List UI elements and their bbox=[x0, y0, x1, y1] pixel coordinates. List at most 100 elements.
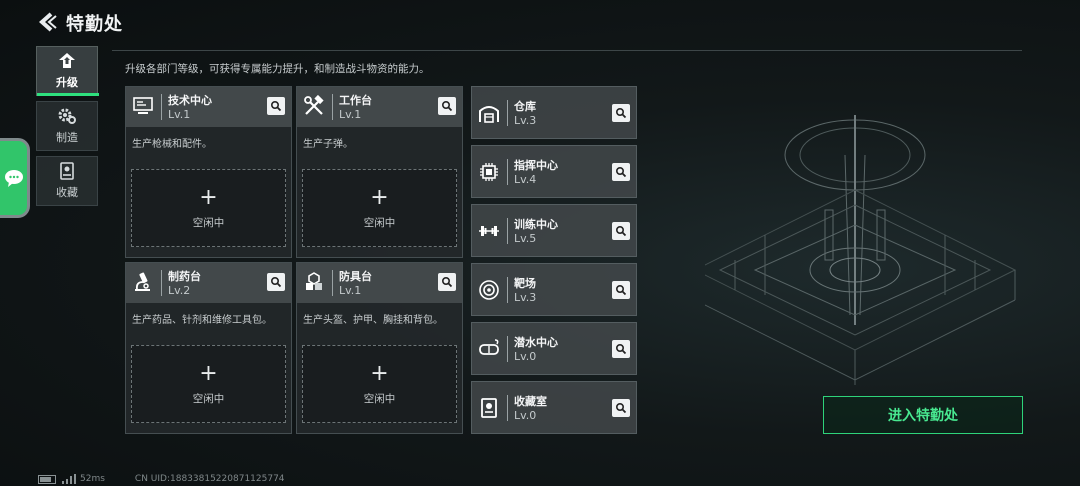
shooting-range-target-icon bbox=[479, 280, 499, 300]
separator bbox=[161, 94, 162, 120]
page-description: 升级各部门等级，可获得专属能力提升，和制造战斗物资的能力。 bbox=[125, 63, 430, 75]
card-header: 技术中心 Lv.1 bbox=[126, 87, 291, 127]
card-description: 生产子弹。 bbox=[303, 139, 353, 150]
battery-icon bbox=[38, 474, 56, 484]
details-search-button[interactable] bbox=[612, 281, 630, 299]
nav-item-collection[interactable]: 收藏 bbox=[36, 156, 98, 206]
separator bbox=[332, 94, 333, 120]
search-icon bbox=[615, 284, 627, 296]
card-name: 训练中心 bbox=[514, 218, 558, 231]
slot-status: 空闲中 bbox=[192, 392, 225, 405]
tech-center-icon bbox=[133, 97, 153, 114]
armor-bench-icon bbox=[306, 272, 322, 290]
card-level: Lv.3 bbox=[514, 114, 537, 127]
card-training-center[interactable]: 训练中心 Lv.5 bbox=[471, 204, 637, 257]
nav-label: 制造 bbox=[56, 131, 78, 144]
page-title: 特勤处 bbox=[66, 14, 123, 35]
plus-icon: + bbox=[370, 360, 389, 386]
latency-readout: 52ms bbox=[80, 474, 105, 484]
search-icon bbox=[441, 100, 453, 112]
card-name: 工作台 bbox=[339, 94, 372, 107]
card-name: 指挥中心 bbox=[514, 159, 558, 172]
production-slot[interactable]: + 空闲中 bbox=[131, 169, 286, 247]
enter-special-ops-button[interactable]: 进入特勤处 bbox=[823, 396, 1023, 434]
training-dumbbell-icon bbox=[479, 226, 499, 236]
card-command-center[interactable]: 指挥中心 Lv.4 bbox=[471, 145, 637, 198]
production-slot[interactable]: + 空闲中 bbox=[302, 169, 457, 247]
separator bbox=[507, 277, 508, 303]
signal-icon bbox=[62, 474, 76, 484]
plus-icon: + bbox=[199, 360, 218, 386]
card-level: Lv.2 bbox=[168, 284, 191, 297]
separator bbox=[507, 100, 508, 126]
plus-icon: + bbox=[370, 184, 389, 210]
search-icon bbox=[615, 166, 627, 178]
card-level: Lv.1 bbox=[339, 108, 362, 121]
nav-item-manufacture[interactable]: 制造 bbox=[36, 101, 98, 151]
card-level: Lv.0 bbox=[514, 409, 537, 422]
pharmacy-microscope-icon bbox=[135, 272, 150, 291]
details-search-button[interactable] bbox=[612, 163, 630, 181]
manufacture-gear-icon bbox=[58, 108, 76, 124]
details-search-button[interactable] bbox=[438, 273, 456, 291]
nav-item-upgrade[interactable]: 升级 bbox=[36, 46, 99, 96]
details-search-button[interactable] bbox=[267, 97, 285, 115]
status-bar: 52ms CN UID:18833815220871125774 bbox=[38, 474, 285, 484]
separator bbox=[507, 218, 508, 244]
slot-status: 空闲中 bbox=[363, 392, 396, 405]
card-name: 制药台 bbox=[168, 270, 201, 283]
card-level: Lv.0 bbox=[514, 350, 537, 363]
production-slot[interactable]: + 空闲中 bbox=[131, 345, 286, 423]
card-level: Lv.1 bbox=[339, 284, 362, 297]
details-search-button[interactable] bbox=[438, 97, 456, 115]
separator bbox=[507, 159, 508, 185]
card-workbench[interactable]: 工作台 Lv.1 生产子弹。 + 空闲中 bbox=[296, 86, 463, 258]
search-icon bbox=[270, 276, 282, 288]
slot-status: 空闲中 bbox=[192, 216, 225, 229]
separator bbox=[507, 336, 508, 362]
card-shooting-range[interactable]: 靶场 Lv.3 bbox=[471, 263, 637, 316]
card-warehouse[interactable]: 仓库 Lv.3 bbox=[471, 86, 637, 139]
nav-label: 升级 bbox=[56, 76, 78, 89]
production-slot[interactable]: + 空闲中 bbox=[302, 345, 457, 423]
user-uid: CN UID:18833815220871125774 bbox=[134, 474, 285, 484]
card-description: 生产头盔、护甲、胸挂和背包。 bbox=[303, 315, 443, 326]
details-search-button[interactable] bbox=[612, 399, 630, 417]
card-pharmacy[interactable]: 制药台 Lv.2 生产药品、针剂和维修工具包。 + 空闲中 bbox=[125, 262, 292, 434]
chat-bubble-icon bbox=[5, 170, 23, 187]
details-search-button[interactable] bbox=[267, 273, 285, 291]
card-diving-center[interactable]: 潜水中心 Lv.0 bbox=[471, 322, 637, 375]
separator bbox=[507, 395, 508, 421]
collection-icon bbox=[60, 162, 74, 180]
floating-chat-widget[interactable] bbox=[0, 138, 30, 218]
card-collection-room[interactable]: 收藏室 Lv.0 bbox=[471, 381, 637, 434]
command-center-chip-icon bbox=[480, 163, 498, 181]
base-hologram-illustration bbox=[705, 115, 1017, 385]
back-arrow-icon[interactable] bbox=[36, 11, 58, 33]
card-description: 生产枪械和配件。 bbox=[132, 139, 212, 150]
card-name: 防具台 bbox=[339, 270, 372, 283]
details-search-button[interactable] bbox=[612, 222, 630, 240]
card-name: 潜水中心 bbox=[514, 336, 558, 349]
search-icon bbox=[615, 225, 627, 237]
card-header: 制药台 Lv.2 bbox=[126, 263, 291, 303]
card-name: 仓库 bbox=[514, 100, 536, 113]
search-icon bbox=[615, 343, 627, 355]
header-divider bbox=[112, 50, 1022, 51]
workbench-tools-icon bbox=[304, 95, 324, 115]
separator bbox=[161, 270, 162, 296]
card-armor-bench[interactable]: 防具台 Lv.1 生产头盔、护甲、胸挂和背包。 + 空闲中 bbox=[296, 262, 463, 434]
card-level: Lv.3 bbox=[514, 291, 537, 304]
search-icon bbox=[615, 107, 627, 119]
card-level: Lv.5 bbox=[514, 232, 537, 245]
card-level: Lv.1 bbox=[168, 108, 191, 121]
details-search-button[interactable] bbox=[612, 340, 630, 358]
card-tech-center[interactable]: 技术中心 Lv.1 生产枪械和配件。 + 空闲中 bbox=[125, 86, 292, 258]
card-header: 工作台 Lv.1 bbox=[297, 87, 462, 127]
card-description: 生产药品、针剂和维修工具包。 bbox=[132, 315, 272, 326]
details-search-button[interactable] bbox=[612, 104, 630, 122]
search-icon bbox=[270, 100, 282, 112]
separator bbox=[332, 270, 333, 296]
search-icon bbox=[441, 276, 453, 288]
card-level: Lv.4 bbox=[514, 173, 537, 186]
